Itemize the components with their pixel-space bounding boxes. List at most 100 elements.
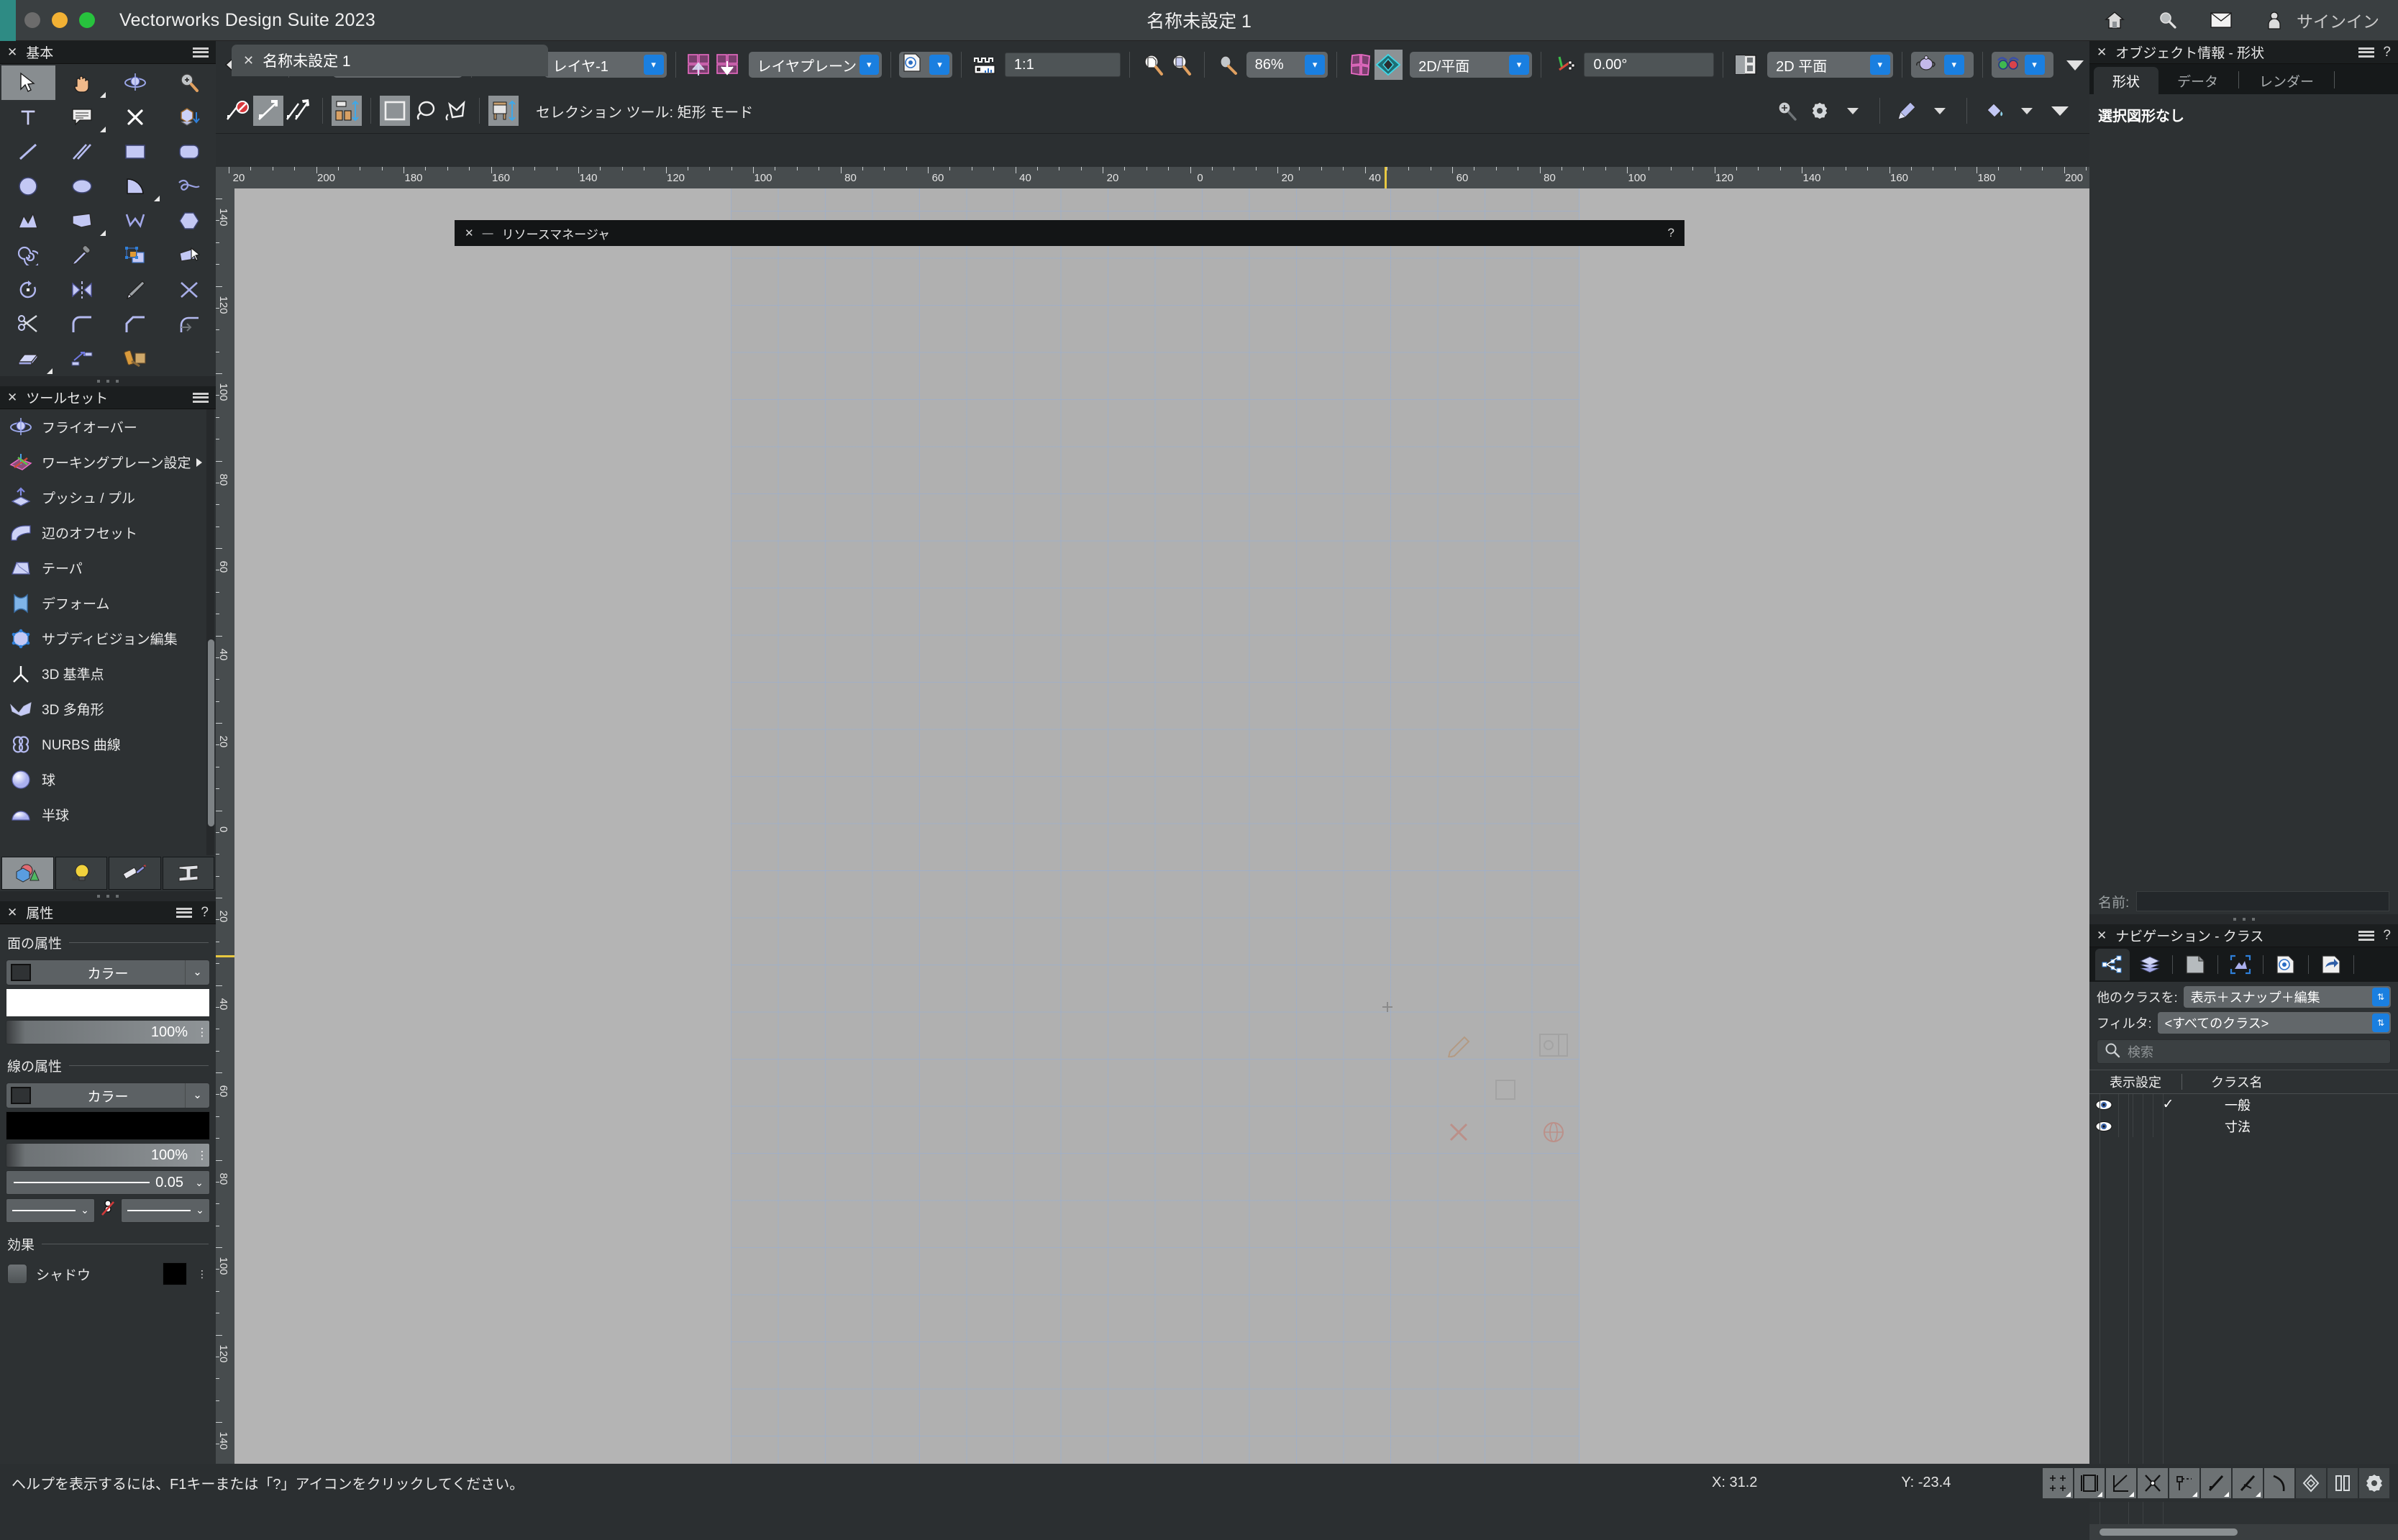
chevron-down-icon[interactable]: ▾	[1943, 55, 1964, 75]
no-snap-mode-icon[interactable]	[223, 96, 253, 126]
eraser-tool[interactable]	[1, 342, 55, 376]
render-dropdown[interactable]: ▾	[1910, 52, 1974, 78]
single-select-mode-icon[interactable]	[253, 96, 283, 126]
snap-settings-icon[interactable]	[1772, 96, 1802, 126]
navigation-palette-grip[interactable]	[2089, 914, 2398, 924]
hamburger-icon[interactable]	[193, 392, 209, 403]
question-icon[interactable]: ?	[1668, 226, 1674, 240]
ruler-top[interactable]: 20 200 180 160 140 120 100 80 60 40 20 0 20 40 60 80 100…	[216, 167, 2089, 188]
snap-to-angle-icon[interactable]	[2233, 1467, 2263, 1498]
close-icon[interactable]: ✕	[465, 227, 474, 240]
hamburger-icon[interactable]	[2358, 930, 2375, 941]
attributes-palette-grip[interactable]	[0, 891, 216, 901]
double-line-tool[interactable]	[55, 135, 109, 169]
fill-color-swatch[interactable]	[6, 988, 210, 1017]
rectangle-tool[interactable]	[109, 135, 163, 169]
chevron-down-icon[interactable]: ▾	[1509, 55, 1530, 75]
eyedropper-tool[interactable]	[55, 238, 109, 273]
spiral-freehand-tool[interactable]	[163, 169, 216, 204]
overflow-chevron-icon[interactable]	[2045, 96, 2075, 126]
pause-snapping-icon[interactable]	[2328, 1467, 2358, 1498]
elevation-mode-icon[interactable]	[488, 96, 519, 126]
dims-notes-category-icon[interactable]	[109, 857, 161, 890]
text-tool[interactable]	[1, 100, 55, 135]
window-controls[interactable]	[24, 12, 95, 28]
pen-color-swatch[interactable]	[6, 1111, 210, 1140]
glasses-dropdown[interactable]: ▾	[1991, 52, 2054, 78]
toolset-item-taper[interactable]: テーパ	[0, 550, 216, 586]
flyout-triangle-icon[interactable]	[2066, 1491, 2071, 1497]
view-dropdown[interactable]: 2D/平面 ▾	[1410, 52, 1533, 78]
polygon-marquee-icon[interactable]	[440, 96, 470, 126]
pen-opacity-slider[interactable]: 100% ⋮	[6, 1143, 210, 1167]
zoom-page-icon[interactable]	[1139, 50, 1167, 80]
callout-tool[interactable]	[55, 100, 109, 135]
reshape-tool[interactable]	[163, 238, 216, 273]
chevron-down-icon[interactable]: ⌄	[76, 1204, 94, 1216]
minimize-icon[interactable]: —	[483, 227, 493, 240]
polyline-tool[interactable]	[1, 204, 55, 238]
attr-chevron-icon[interactable]	[1925, 96, 1955, 126]
question-icon[interactable]: ?	[2383, 45, 2391, 60]
home-icon[interactable]	[2104, 9, 2125, 31]
rotate-axis-icon[interactable]	[1550, 50, 1578, 80]
toolset-item-hemisphere[interactable]: 半球	[0, 797, 216, 832]
gear-icon[interactable]	[1805, 96, 1835, 126]
attribute-mapping-tool[interactable]	[109, 342, 163, 376]
sheet-layers-tab-icon[interactable]	[2178, 949, 2212, 980]
toolset-item-nurbs-curve[interactable]: NURBS 曲線	[0, 726, 216, 762]
rounded-rect-tool[interactable]	[163, 135, 216, 169]
hamburger-icon[interactable]	[2358, 47, 2375, 58]
clip-surface-tool[interactable]	[109, 238, 163, 273]
extract-tool[interactable]	[163, 100, 216, 135]
split-tool[interactable]	[163, 273, 216, 307]
pen-weight-dropdown[interactable]: 0.05 ⌄	[6, 1170, 210, 1195]
flyout-triangle-icon[interactable]	[100, 230, 106, 236]
stepper-icon[interactable]: ⇅	[2372, 1013, 2389, 1032]
close-icon[interactable]: ✕	[2097, 929, 2107, 943]
snap-to-tangent-icon[interactable]	[2264, 1467, 2294, 1498]
snap-to-distance-icon[interactable]	[2201, 1467, 2231, 1498]
chevron-down-icon[interactable]: ▾	[2024, 55, 2045, 75]
projection-dropdown[interactable]: 2D 平面 ▾	[1767, 52, 1893, 78]
circle-tool[interactable]	[1, 169, 55, 204]
toolset-scrollbar-thumb[interactable]	[208, 639, 214, 826]
minimize-window-button[interactable]	[52, 12, 68, 28]
chevron-down-icon[interactable]: ▾	[859, 55, 879, 75]
references-tab-icon[interactable]	[2314, 949, 2348, 980]
scale-field[interactable]: 1:1	[1004, 53, 1121, 77]
ruler-left[interactable]: 140 120 100 80 60 40 20 0 20 40 60 80 100 120 140	[216, 188, 234, 1464]
pen-opacity-menu-icon[interactable]: ⋮	[195, 1149, 209, 1162]
close-icon[interactable]: ✕	[243, 53, 254, 68]
chamfer-tool[interactable]	[109, 307, 163, 342]
tab-data[interactable]: データ	[2158, 67, 2237, 94]
flyout-triangle-icon[interactable]	[100, 92, 106, 98]
eye-icon[interactable]	[2089, 1099, 2118, 1111]
toolset-list[interactable]: フライオーバー ワーキングプレーン設定 プッシュ / プル 辺のオフセット テー…	[0, 409, 216, 855]
scale-ruler-icon[interactable]	[970, 50, 998, 80]
structural-category-icon[interactable]	[162, 857, 214, 890]
snap-toolbar[interactable]	[2043, 1467, 2389, 1498]
chevron-down-icon[interactable]: ▾	[929, 55, 950, 75]
toolset-category-strip[interactable]	[0, 855, 216, 891]
freehand-polygon-tool[interactable]	[109, 204, 163, 238]
plane-3d-icon[interactable]	[1374, 50, 1403, 80]
object-info-tabs[interactable]: 形状 データ レンダー	[2089, 64, 2398, 94]
stepper-icon[interactable]: ⇅	[2372, 988, 2389, 1006]
chevron-down-icon[interactable]: ⌄	[185, 1083, 209, 1108]
layer-dropdown[interactable]: レイヤ-1 ▾	[544, 52, 667, 78]
flyout-triangle-icon[interactable]	[2097, 1491, 2102, 1497]
chevron-down-icon[interactable]: ⌄	[189, 1177, 209, 1189]
eye-icon[interactable]	[2089, 1121, 2118, 1132]
flyout-triangle-icon[interactable]	[100, 127, 106, 132]
cut-2d-tool[interactable]	[109, 100, 163, 135]
modeling-category-icon[interactable]	[1, 857, 54, 890]
document-tab[interactable]: ✕ 名称未設定 1	[232, 45, 548, 76]
toolset-item-deform[interactable]: デフォーム	[0, 586, 216, 621]
smart-points-icon[interactable]	[2138, 1467, 2168, 1498]
toolset-item-sphere[interactable]: 球	[0, 762, 216, 797]
close-icon[interactable]: ✕	[2097, 45, 2107, 60]
plane-2d-icon[interactable]	[1346, 50, 1374, 80]
attribute-pick-icon[interactable]	[1892, 96, 1922, 126]
trim-tool[interactable]	[109, 273, 163, 307]
